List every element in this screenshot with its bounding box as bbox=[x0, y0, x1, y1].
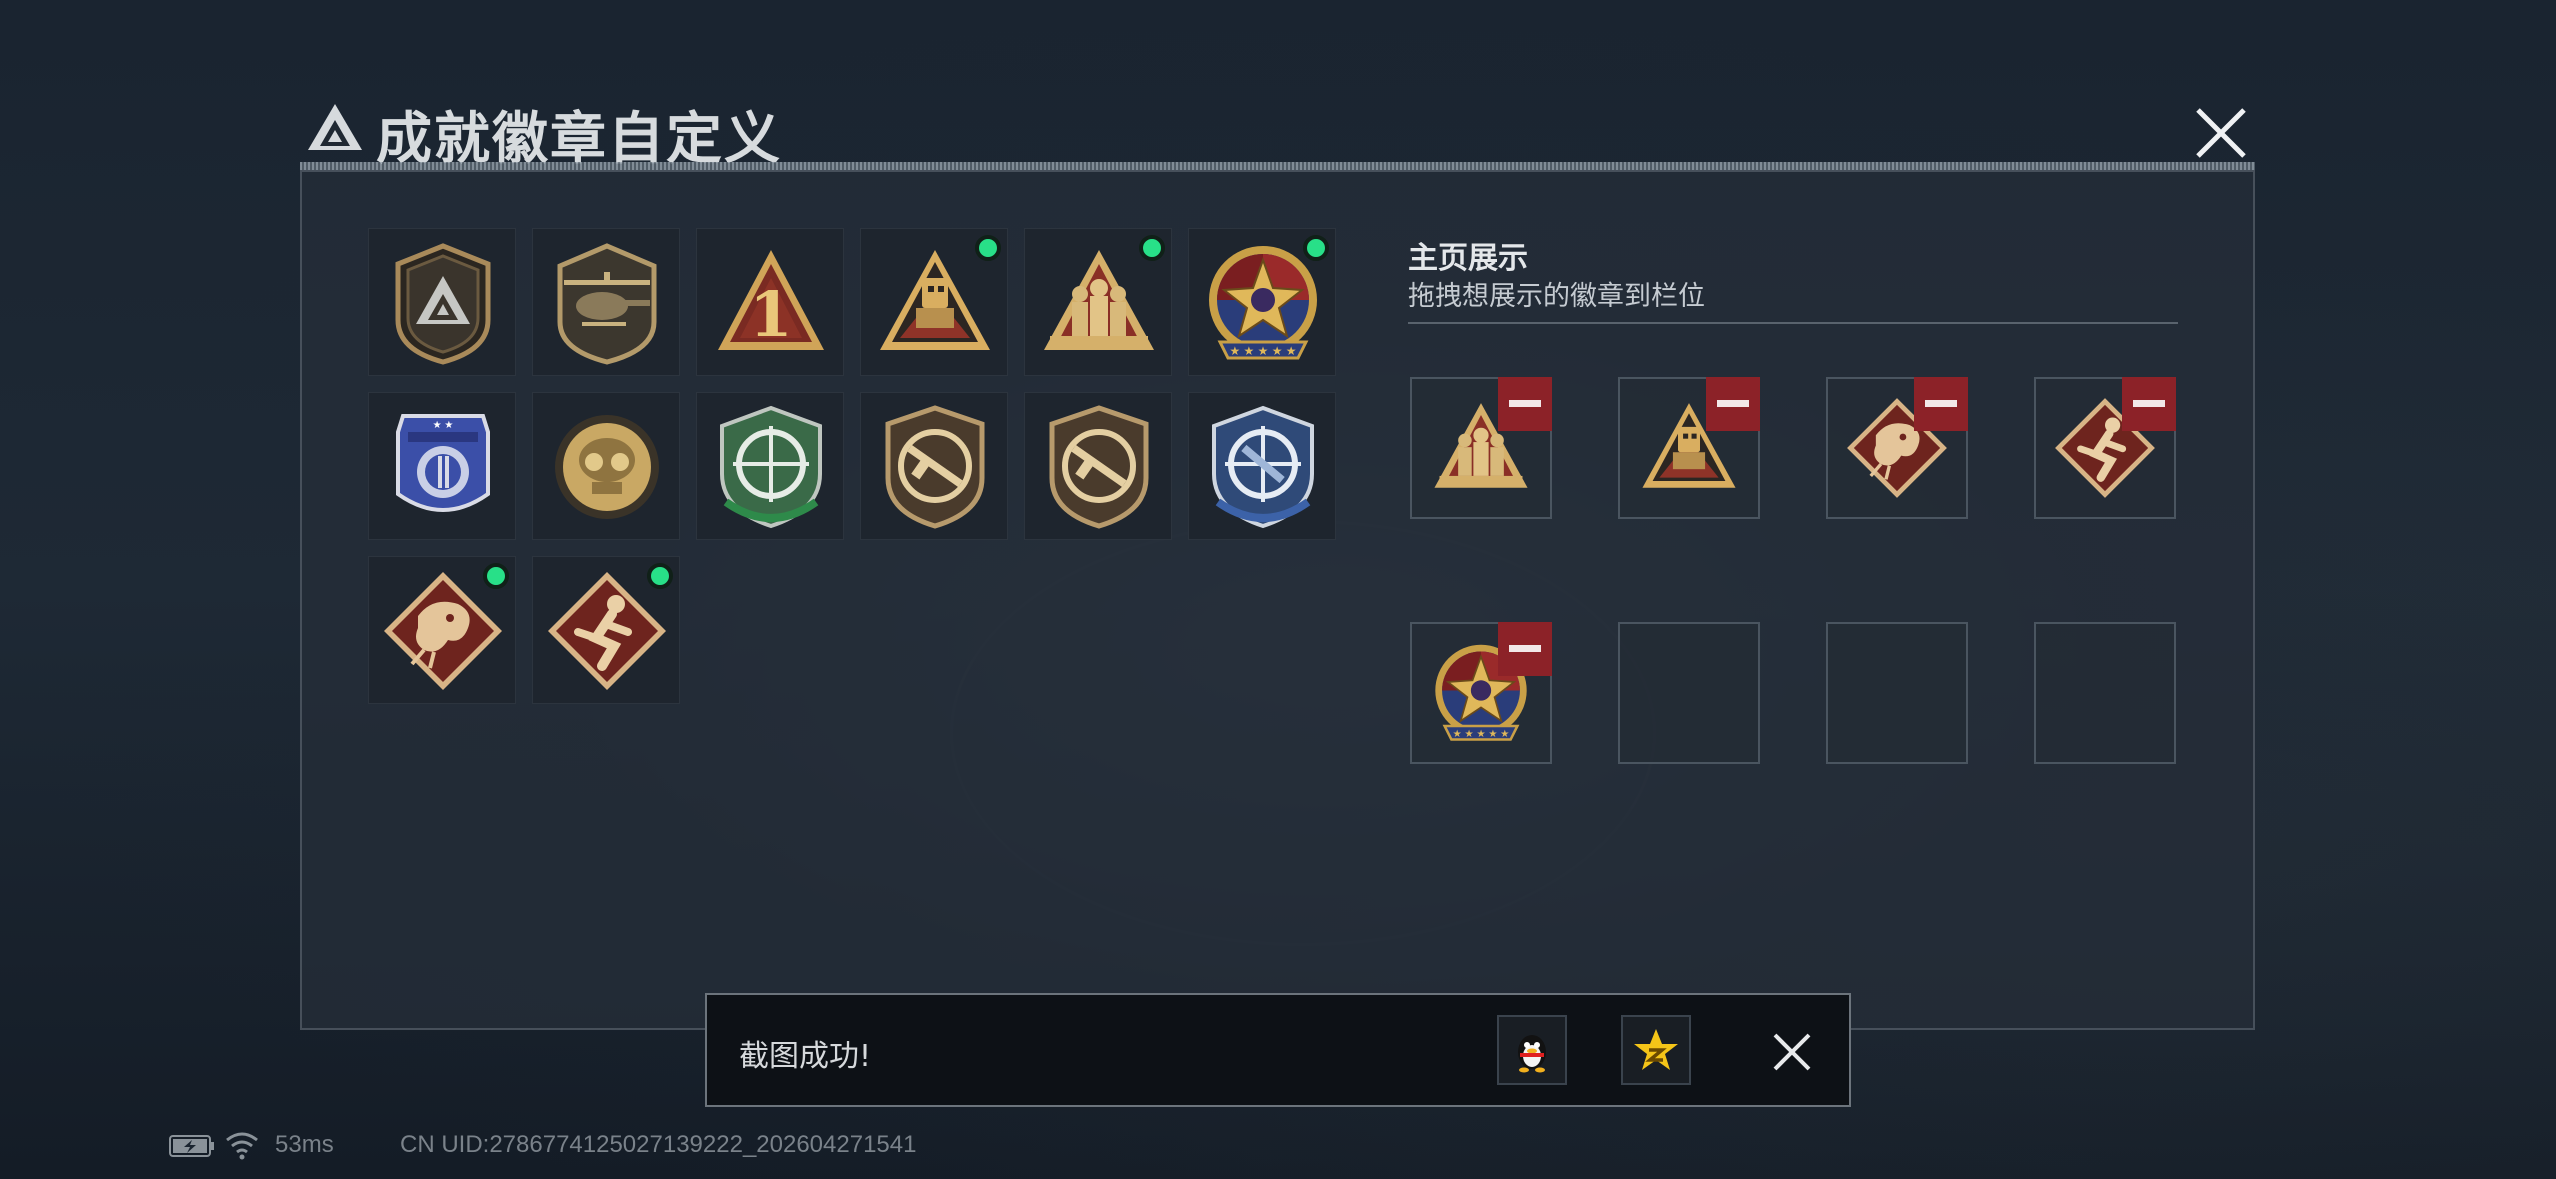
rank-one-triangle-badge-icon: 1 bbox=[718, 250, 824, 351]
minus-icon bbox=[1509, 400, 1541, 407]
showcase-slot-filled[interactable] bbox=[1826, 377, 1968, 519]
svg-text:★ ★ ★ ★ ★: ★ ★ ★ ★ ★ bbox=[1229, 344, 1296, 358]
qq-penguin-icon bbox=[1518, 1035, 1546, 1073]
battery-charging-icon bbox=[169, 1135, 214, 1157]
showcase-subtitle: 拖拽想展示的徽章到栏位 bbox=[1408, 281, 1705, 312]
triangle-shield-badge-icon bbox=[395, 243, 491, 365]
toast-close-button[interactable] bbox=[1767, 1027, 1817, 1077]
showcase-slot-filled[interactable] bbox=[1410, 377, 1552, 519]
blue-crosshair-badge-icon bbox=[1212, 405, 1314, 529]
remove-badge-button[interactable] bbox=[1914, 377, 1968, 431]
badge-item[interactable] bbox=[532, 228, 680, 376]
badge-item[interactable] bbox=[532, 556, 680, 704]
close-icon bbox=[1773, 1033, 1811, 1071]
wifi-icon bbox=[226, 1132, 258, 1160]
close-icon bbox=[2196, 108, 2246, 158]
close-button[interactable] bbox=[2186, 98, 2256, 168]
new-indicator-dot bbox=[647, 563, 673, 589]
minus-icon bbox=[1925, 400, 1957, 407]
helicopter-shield-badge-icon bbox=[557, 243, 657, 365]
gold-helmet-badge-icon bbox=[555, 415, 659, 519]
badge-item[interactable] bbox=[1188, 392, 1336, 540]
new-indicator-dot bbox=[1139, 235, 1165, 261]
green-crosshair-badge-icon bbox=[720, 405, 822, 529]
badge-item[interactable] bbox=[368, 556, 516, 704]
svg-text:★ ★ ★ ★ ★: ★ ★ ★ ★ ★ bbox=[1453, 729, 1510, 740]
minus-icon bbox=[1509, 645, 1541, 652]
remove-badge-button[interactable] bbox=[2122, 377, 2176, 431]
minus-icon bbox=[2133, 400, 2165, 407]
badge-item[interactable]: ★ ★ bbox=[368, 392, 516, 540]
badge-item[interactable] bbox=[860, 228, 1008, 376]
showcase-slot-empty[interactable] bbox=[1618, 622, 1760, 764]
new-indicator-dot bbox=[1303, 235, 1329, 261]
rifle-shield-badge-icon bbox=[1049, 405, 1149, 529]
badge-item[interactable]: 1 bbox=[696, 228, 844, 376]
minus-icon bbox=[1717, 400, 1749, 407]
blue-wings-badge-icon: ★ ★ bbox=[396, 414, 490, 512]
remove-badge-button[interactable] bbox=[1498, 377, 1552, 431]
header-divider bbox=[300, 162, 2255, 170]
share-qzone-button[interactable] bbox=[1621, 1015, 1691, 1085]
badge-item[interactable] bbox=[532, 392, 680, 540]
remove-badge-button[interactable] bbox=[1706, 377, 1760, 431]
triangle-logo-icon bbox=[308, 104, 362, 150]
qzone-star-icon bbox=[1634, 1029, 1678, 1070]
showcase-slot-filled[interactable]: ★ ★ ★ ★ ★ bbox=[1410, 622, 1552, 764]
showcase-title: 主页展示 bbox=[1408, 241, 1528, 276]
badge-item[interactable]: ★ ★ ★ ★ ★ bbox=[1188, 228, 1336, 376]
showcase-slot-empty[interactable] bbox=[2034, 622, 2176, 764]
share-qq-button[interactable] bbox=[1497, 1015, 1567, 1085]
new-indicator-dot bbox=[483, 563, 509, 589]
dialog-header: 成就徽章自定义 bbox=[300, 90, 2255, 172]
toast-message: 截图成功! bbox=[739, 1039, 872, 1074]
screenshot-toast: 截图成功! bbox=[705, 993, 1851, 1107]
svg-text:★ ★: ★ ★ bbox=[433, 420, 454, 431]
ping-readout: 53ms bbox=[275, 1131, 334, 1158]
remove-badge-button[interactable] bbox=[1498, 622, 1552, 676]
showcase-divider bbox=[1408, 322, 2178, 324]
showcase-slot-filled[interactable] bbox=[2034, 377, 2176, 519]
rifle-shield-badge-icon bbox=[885, 405, 985, 529]
badge-item[interactable] bbox=[368, 228, 516, 376]
badge-item[interactable] bbox=[1024, 392, 1172, 540]
new-indicator-dot bbox=[975, 235, 1001, 261]
svg-text:1: 1 bbox=[749, 278, 792, 351]
badge-item[interactable] bbox=[860, 392, 1008, 540]
uid-readout: CN UID:2786774125027139222_202604271541 bbox=[400, 1131, 917, 1158]
badge-item[interactable] bbox=[1024, 228, 1172, 376]
showcase-slot-filled[interactable] bbox=[1618, 377, 1760, 519]
showcase-slot-empty[interactable] bbox=[1826, 622, 1968, 764]
badge-item[interactable] bbox=[696, 392, 844, 540]
